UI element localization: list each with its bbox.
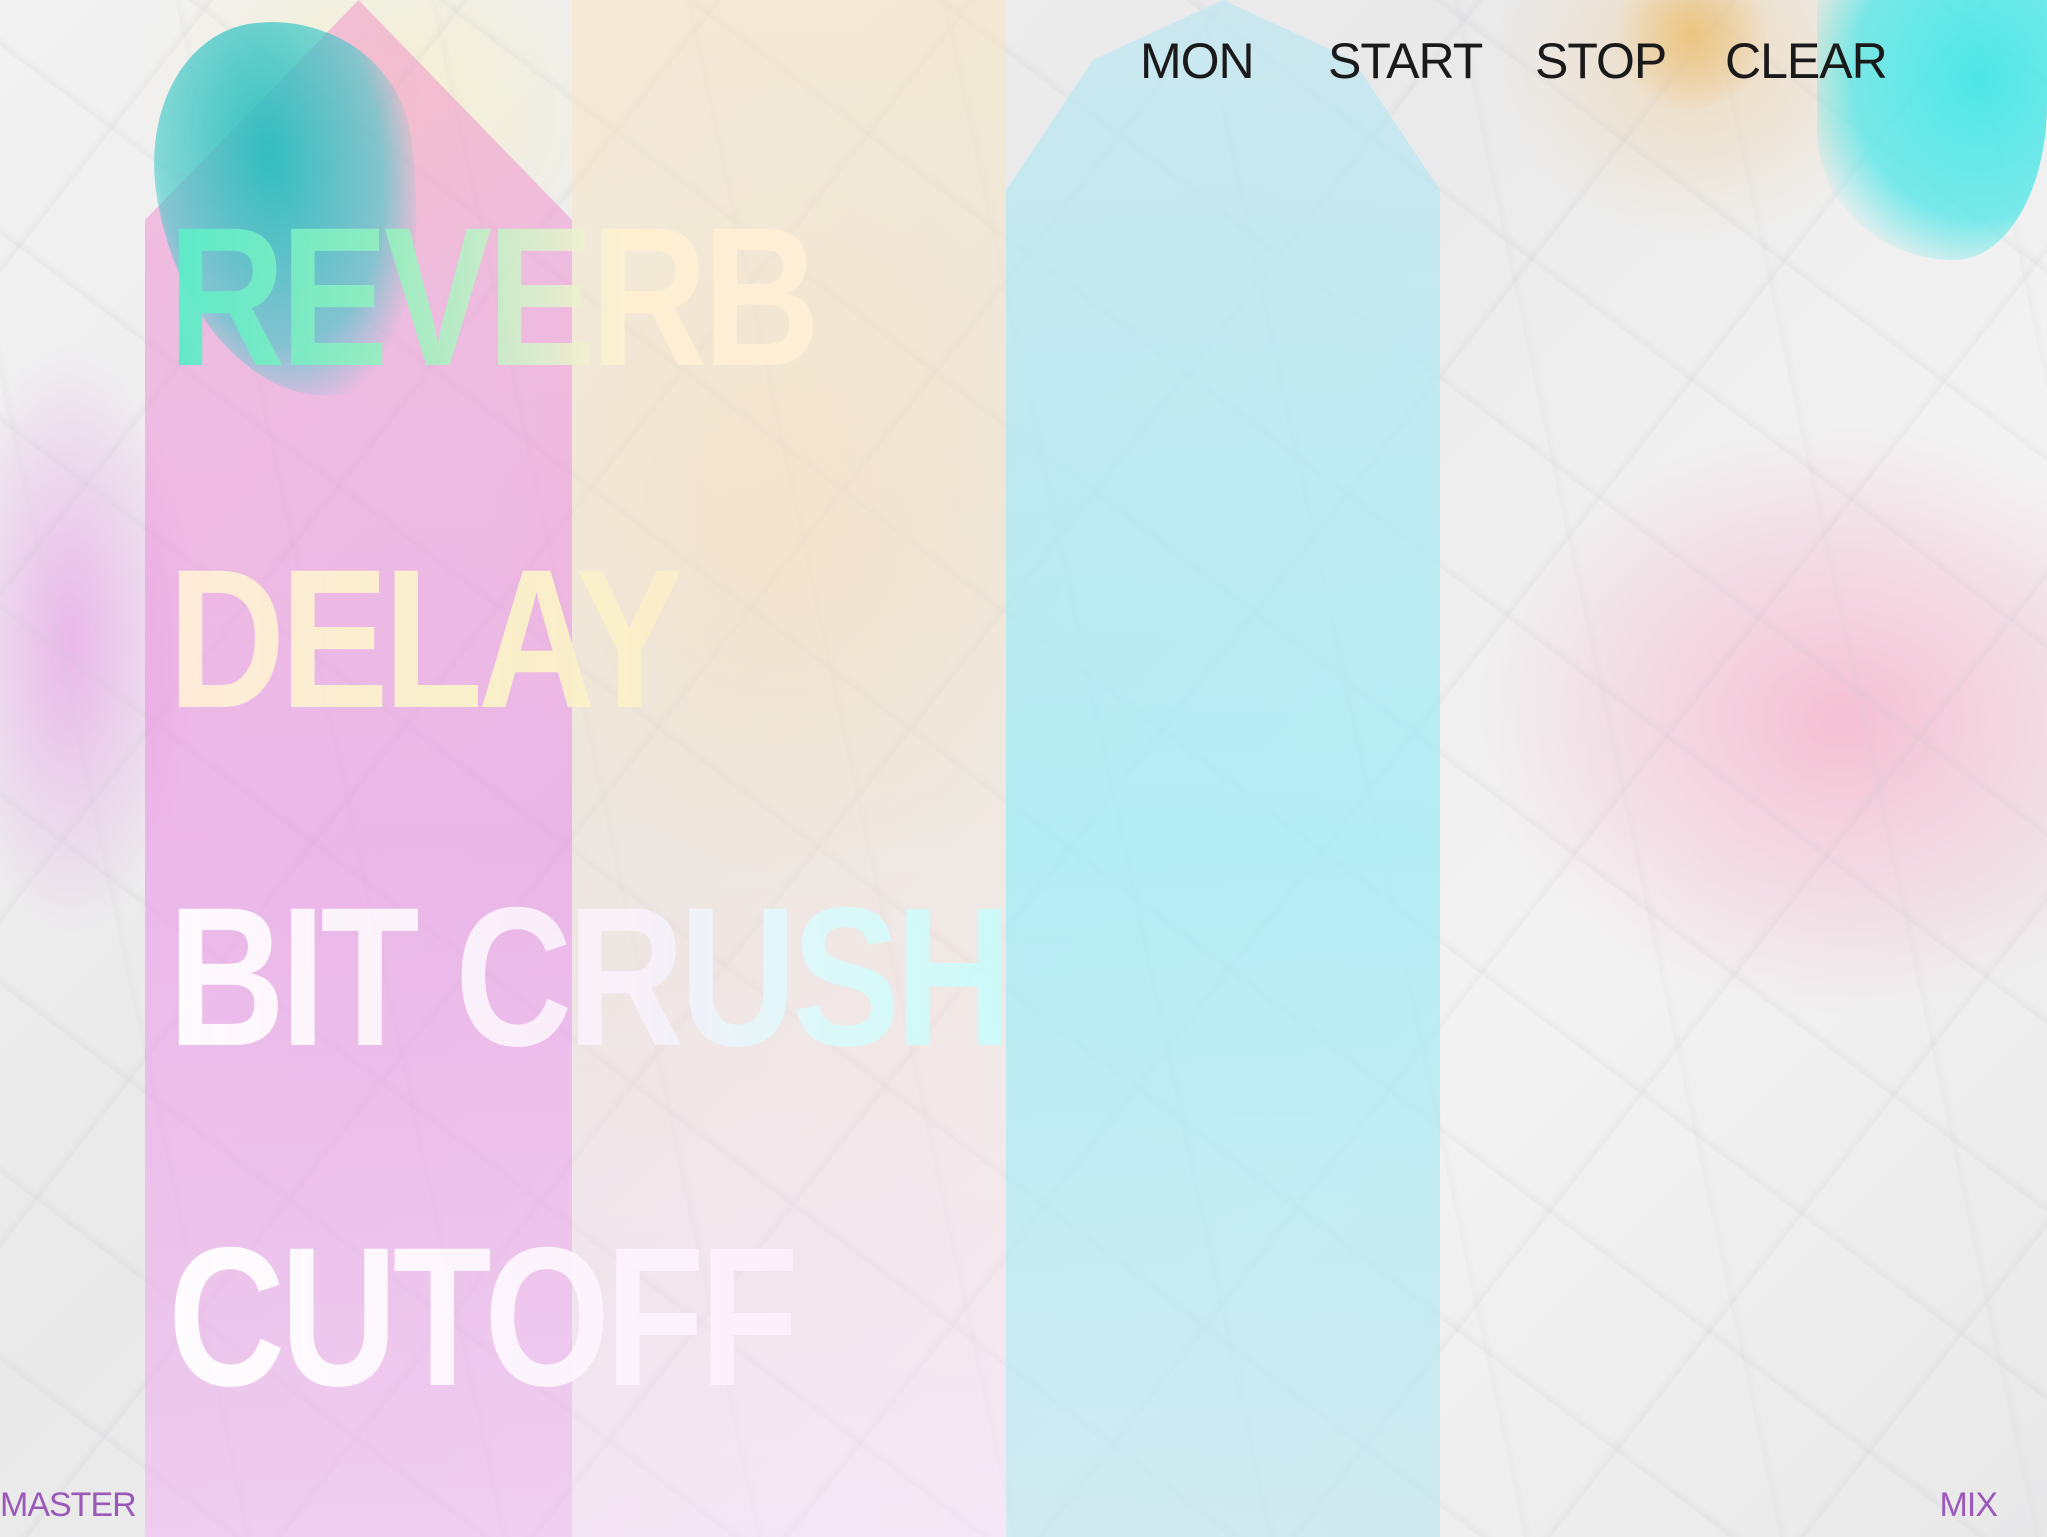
mon-button[interactable]: MON	[1140, 32, 1255, 90]
master-label[interactable]: MASTER	[0, 1486, 137, 1525]
slider-column-3[interactable]	[1006, 0, 1440, 1537]
mix-label[interactable]: MIX	[1940, 1486, 1998, 1525]
effect-cutoff[interactable]: CUTOFF	[168, 1218, 799, 1416]
stop-button[interactable]: STOP	[1535, 32, 1667, 90]
effect-bit-crush[interactable]: BIT CRUSH	[168, 878, 1013, 1076]
start-button[interactable]: START	[1328, 32, 1483, 90]
effect-reverb[interactable]: REVERB	[168, 198, 820, 396]
clear-button[interactable]: CLEAR	[1725, 32, 1888, 90]
effect-delay[interactable]: DELAY	[168, 540, 684, 738]
